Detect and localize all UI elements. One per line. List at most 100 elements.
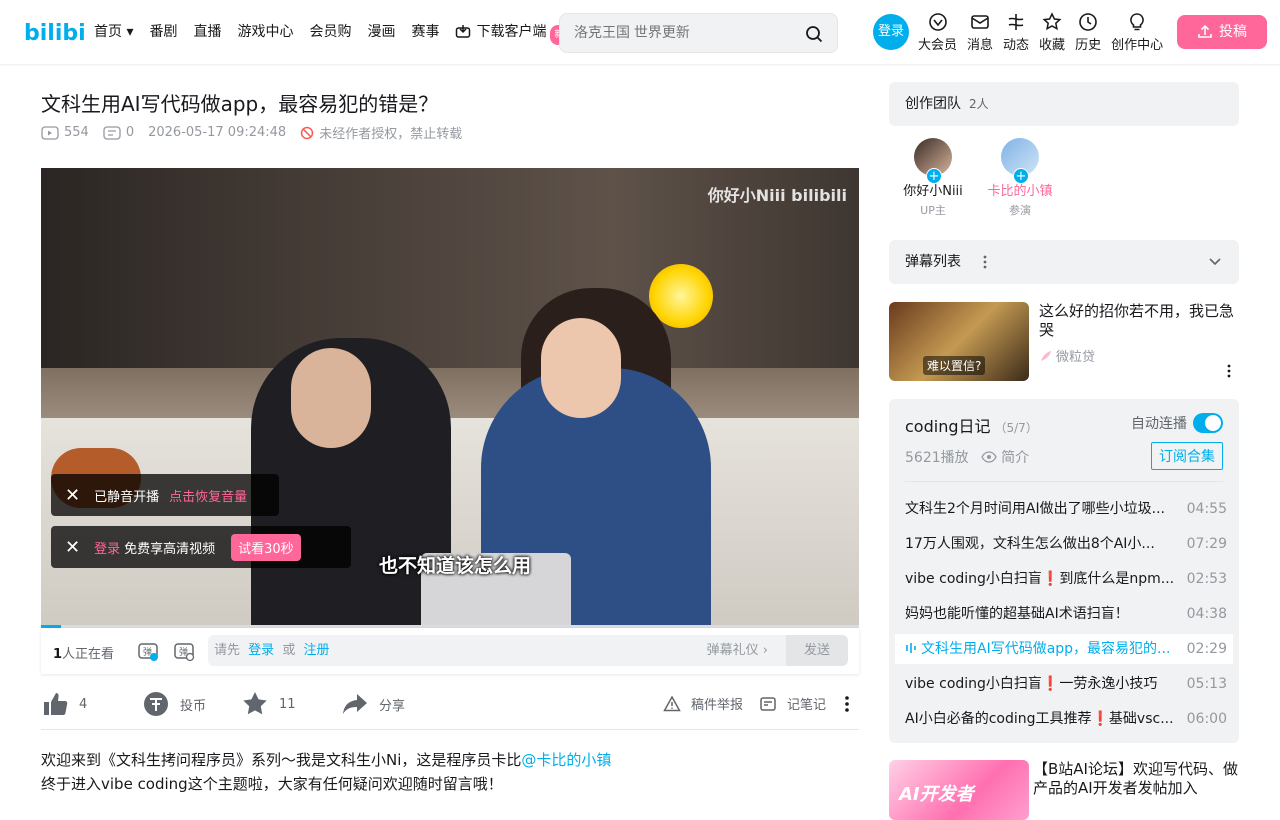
promo-thumbnail-label: AI开发者: [899, 784, 974, 805]
danmaku-toggle-icon[interactable]: 弹: [137, 640, 159, 662]
danmaku-register-link[interactable]: 注册: [303, 643, 329, 658]
playlist-item-duration: 07:29: [1186, 536, 1227, 552]
viewer-text: 人正在看: [62, 647, 115, 662]
collection-plays: 5621播放: [905, 450, 969, 466]
viewer-count: 1人正在看: [53, 643, 114, 662]
description-text-1: 欢迎来到《文科生拷问程序员》系列～我是文科生小Ni，这是程序员卡比: [41, 751, 522, 769]
nav-live[interactable]: 直播: [193, 22, 221, 45]
description-line-2: 终于进入vibe coding这个主题啦，大家有任何疑问欢迎随时留言哦！: [41, 775, 503, 793]
restore-volume-link[interactable]: 点击恢复音量: [169, 486, 247, 505]
promo-thumbnail[interactable]: AI开发者: [889, 760, 1029, 820]
share-button[interactable]: 分享: [341, 690, 405, 718]
nav-shop[interactable]: 会员购: [309, 22, 351, 45]
danmaku-etiquette-link[interactable]: 弹幕礼仪 ›: [707, 635, 768, 666]
ad-source: 微粒贷: [1039, 346, 1095, 365]
playlist-item[interactable]: vibe coding小白扫盲❗一劳永逸小技巧 05:13: [895, 669, 1233, 699]
like-button[interactable]: 4: [41, 690, 87, 718]
playlist-item-duration: 02:29: [1186, 641, 1227, 657]
avatar[interactable]: +: [914, 138, 952, 184]
nav-manga[interactable]: 漫画: [367, 22, 395, 45]
promo-title[interactable]: 【B站AI论坛】欢迎写代码、做产品的AI开发者发帖加入: [1033, 760, 1239, 798]
coin-button[interactable]: 投币: [142, 690, 206, 718]
history-label: 历史: [1075, 38, 1102, 53]
coin-icon: [144, 692, 168, 716]
autoplay-control: 自动连播: [1131, 413, 1223, 433]
message-label: 消息: [967, 38, 994, 53]
thumbs-up-icon: [44, 693, 68, 715]
send-danmaku-button[interactable]: 发送: [786, 635, 848, 666]
collection-intro[interactable]: 简介: [980, 447, 1030, 467]
playlist-item-duration: 02:53: [1186, 571, 1227, 587]
eye-icon: [980, 451, 997, 463]
video-watermark: 你好小Niii bilibili: [707, 186, 847, 205]
vip-button[interactable]: 大会员: [918, 12, 957, 53]
video-frame-face-left: [291, 348, 371, 448]
follow-plus-icon[interactable]: +: [926, 168, 942, 184]
header-icons: 大会员 消息 动态 收藏 历史 创作中心: [918, 12, 1173, 53]
ad-brand-icon: [1041, 351, 1051, 361]
danmaku-list-title: 弹幕列表: [905, 254, 961, 270]
muted-text: 已静音开播: [94, 489, 160, 505]
try-30s-button[interactable]: 试看30秒: [231, 533, 301, 561]
promo-card[interactable]: AI开发者 【B站AI论坛】欢迎写代码、做产品的AI开发者发帖加入: [889, 760, 1239, 820]
upload-label: 投稿: [1219, 24, 1247, 40]
upload-button[interactable]: 投稿: [1177, 15, 1267, 49]
search-icon[interactable]: [805, 25, 823, 43]
playlist-item[interactable]: AI小白必备的coding工具推荐❗基础vsc... 06:00: [895, 704, 1233, 734]
bilibili-logo[interactable]: bilibili: [24, 16, 84, 46]
nav-game[interactable]: 游戏中心: [237, 22, 293, 45]
collection-intro-label: 简介: [1001, 450, 1030, 466]
nav-home[interactable]: 首页 ▾: [94, 22, 133, 45]
chevron-down-icon[interactable]: [1209, 257, 1221, 267]
notes-button[interactable]: 记笔记: [759, 694, 826, 713]
history-button[interactable]: 历史: [1075, 12, 1101, 53]
playlist-item-active[interactable]: 文科生用AI写代码做app，最容易犯的... 02:29: [895, 634, 1233, 664]
warning-icon: [663, 694, 681, 711]
danmaku-count-icon: [103, 125, 121, 140]
mention-link[interactable]: @卡比的小镇: [521, 751, 611, 769]
close-icon[interactable]: ✕: [65, 537, 80, 558]
playlist-item[interactable]: vibe coding小白扫盲❗到底什么是npm... 02:53: [895, 564, 1233, 594]
login-button[interactable]: 登录: [873, 14, 909, 50]
playlist-item[interactable]: 妈妈也能听懂的超基础AI术语扫盲！ 04:38: [895, 599, 1233, 629]
danmaku-settings-icon[interactable]: 弹: [173, 640, 195, 662]
collection-panel: coding日记 （5/7） 自动连播 5621播放 简介 订阅合集 文科生2个月…: [889, 399, 1239, 743]
video-player[interactable]: 你好小Niii bilibili 也不知道该怎么用 ✕ 已静音开播 点击恢复音量…: [41, 168, 859, 628]
playlist-item-title: vibe coding小白扫盲❗一劳永逸小技巧: [905, 676, 1158, 692]
close-icon[interactable]: ✕: [65, 485, 80, 506]
search-input[interactable]: [574, 24, 794, 40]
danmaku-login-link[interactable]: 登录: [248, 643, 274, 658]
report-button[interactable]: 稿件举报: [663, 694, 743, 713]
creator-team-header: 创作团队 2人: [889, 82, 1239, 126]
team-member-kabi[interactable]: + 卡比的小镇 参演: [982, 138, 1058, 218]
danmaku-input-prefix: 请先: [214, 643, 241, 658]
subscribe-collection-button[interactable]: 订阅合集: [1151, 442, 1223, 470]
autoplay-label: 自动连播: [1131, 416, 1187, 432]
playlist-item[interactable]: 文科生2个月时间用AI做出了哪些小垃圾... 04:55: [895, 494, 1233, 524]
more-vertical-icon[interactable]: [981, 255, 989, 269]
avatar[interactable]: +: [1001, 138, 1039, 184]
notes-icon: [760, 696, 776, 711]
danmaku-input[interactable]: 请先 登录 或 注册 弹幕礼仪 › 发送: [208, 635, 848, 666]
team-member-niii[interactable]: + 你好小Niii UP主: [895, 138, 971, 218]
favorite-button[interactable]: 11: [241, 690, 296, 718]
toast-login-link[interactable]: 登录: [94, 538, 120, 557]
ad-card[interactable]: 难以置信? 这么好的招你若不用，我已急哭 微粒贷: [889, 302, 1239, 382]
message-button[interactable]: 消息: [967, 12, 993, 53]
nav-esports[interactable]: 赛事: [411, 22, 439, 45]
favorites-button[interactable]: 收藏: [1039, 12, 1065, 53]
ad-thumbnail[interactable]: 难以置信?: [889, 302, 1029, 381]
ad-title[interactable]: 这么好的招你若不用，我已急哭: [1039, 302, 1239, 340]
main-nav: 首页 ▾ 番剧 直播 游戏中心 会员购 漫画 赛事 下载客户端新: [94, 22, 600, 45]
more-icon[interactable]: [841, 694, 853, 714]
autoplay-toggle[interactable]: [1193, 413, 1223, 433]
more-vertical-icon[interactable]: [1225, 364, 1233, 378]
danmaku-list-panel[interactable]: 弹幕列表: [889, 240, 1239, 284]
playlist-item[interactable]: 17万人围观，文科生怎么做出8个AI小... 07:29: [895, 529, 1233, 559]
dynamic-button[interactable]: 动态: [1003, 12, 1029, 53]
follow-plus-icon[interactable]: +: [1013, 168, 1029, 184]
playlist-item-duration: 04:38: [1186, 606, 1227, 622]
collection-title[interactable]: coding日记 （5/7）: [905, 413, 1038, 437]
nav-anime[interactable]: 番剧: [149, 22, 177, 45]
creator-center-button[interactable]: 创作中心: [1111, 12, 1163, 53]
